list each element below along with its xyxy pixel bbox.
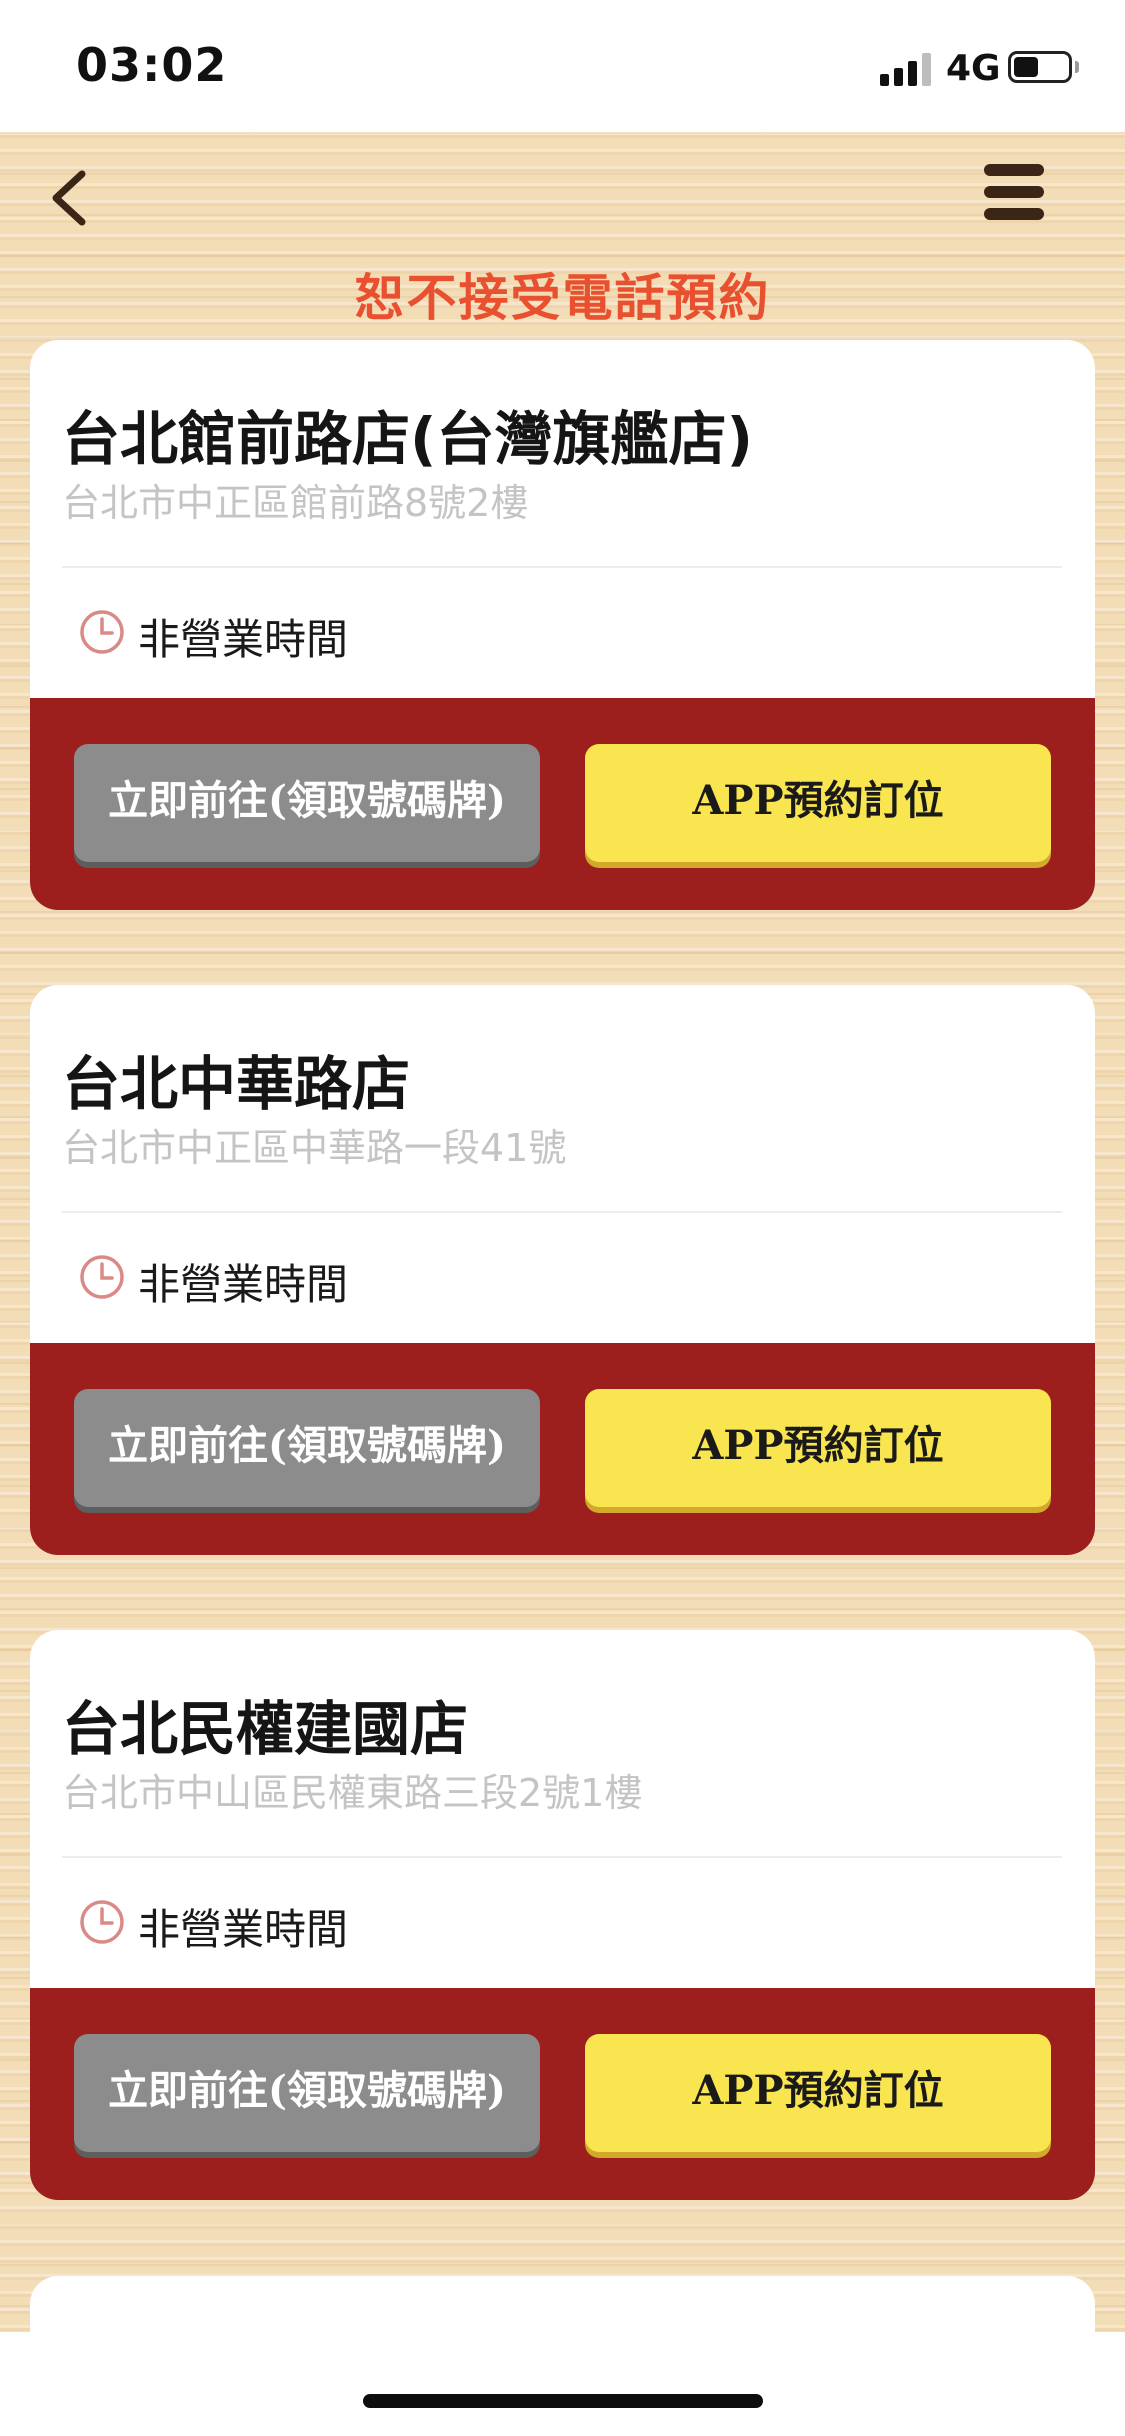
store-card: 台北中華路店 台北市中正區中華路一段41號 非營業時間 立即前往(領取號碼牌) … [30,985,1095,1555]
clock-icon [80,1900,124,1944]
store-address: 台北市中正區中華路一段41號 [62,1126,567,1170]
store-name: 台北中華路店 [62,1050,411,1118]
card-action-bar: 立即前往(領取號碼牌) APP預約訂位 [30,698,1095,910]
app-reservation-button[interactable]: APP預約訂位 [585,2034,1051,2152]
hamburger-menu-icon [984,164,1044,176]
status-time: 03:02 [76,38,228,92]
store-address: 台北市中正區館前路8號2樓 [62,481,529,525]
business-hours-status: 非營業時間 [138,1260,349,1309]
business-hours-status: 非營業時間 [138,1905,349,1954]
network-type: 4G [946,48,1001,89]
home-indicator[interactable] [363,2394,763,2408]
card-action-bar: 立即前往(領取號碼牌) APP預約訂位 [30,1988,1095,2200]
go-now-take-number-button[interactable]: 立即前往(領取號碼牌) [74,2034,540,2152]
bottom-safe-area [0,2332,1125,2436]
card-action-bar: 立即前往(領取號碼牌) APP預約訂位 [30,1343,1095,1555]
divider [62,566,1062,568]
clock-icon [80,1255,124,1299]
go-now-take-number-button[interactable]: 立即前往(領取號碼牌) [74,1389,540,1507]
business-hours-status: 非營業時間 [138,615,349,664]
store-address: 台北市中山區民權東路三段2號1樓 [62,1771,643,1815]
go-now-take-number-button[interactable]: 立即前往(領取號碼牌) [74,744,540,862]
app-reservation-button[interactable]: APP預約訂位 [585,1389,1051,1507]
divider [62,1211,1062,1213]
status-bar: 03:02 4G [0,0,1125,132]
store-card: 台北館前路店(台灣旗艦店) 台北市中正區館前路8號2樓 非營業時間 立即前往(領… [30,340,1095,910]
chevron-left-icon [52,170,86,226]
store-name: 台北民權建國店 [62,1695,469,1763]
clock-icon [80,610,124,654]
store-name: 台北館前路店(台灣旗艦店) [62,405,754,473]
store-card: 台北民權建國店 台北市中山區民權東路三段2號1樓 非營業時間 立即前往(領取號碼… [30,1630,1095,2200]
back-button[interactable] [40,160,110,236]
cellular-signal-icon [880,50,936,86]
menu-button[interactable] [976,154,1052,230]
divider [62,1856,1062,1858]
battery-icon [1008,51,1072,83]
app-reservation-button[interactable]: APP預約訂位 [585,744,1051,862]
no-phone-reservation-notice: 恕不接受電話預約 [354,269,771,327]
